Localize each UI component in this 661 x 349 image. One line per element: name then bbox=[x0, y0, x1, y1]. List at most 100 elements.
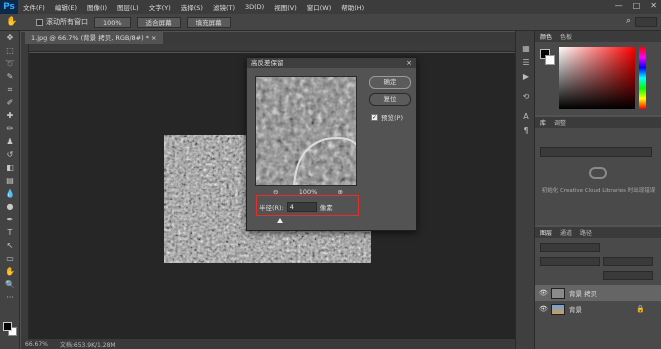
minimize-button[interactable]: — bbox=[615, 1, 623, 10]
layer-name: 背景 bbox=[569, 306, 582, 314]
dialog-close-button[interactable]: × bbox=[406, 58, 412, 68]
color-panel: 颜色 色板 bbox=[535, 31, 661, 115]
document-size: 文档:653.9K/1.28M bbox=[59, 341, 116, 349]
filter-preview[interactable] bbox=[255, 76, 357, 186]
document-tab-bar: 1.jpg @ 66.7% (背景 拷贝, RGB/8#) * × bbox=[21, 32, 515, 44]
color-picker-field[interactable] bbox=[559, 47, 635, 109]
search-icon[interactable]: ⌕ bbox=[626, 16, 631, 26]
tab-swatches[interactable]: 色板 bbox=[560, 32, 572, 41]
menu-help[interactable]: 帮助(H) bbox=[336, 2, 369, 12]
path-select-tool-icon[interactable]: ↖ bbox=[0, 239, 20, 252]
maximize-button[interactable]: □ bbox=[633, 1, 641, 10]
zoom-tool-icon[interactable]: 🔍 bbox=[0, 278, 20, 291]
document-tab[interactable]: 1.jpg @ 66.7% (背景 拷贝, RGB/8#) * × bbox=[25, 32, 163, 44]
blend-mode-select[interactable] bbox=[540, 257, 600, 266]
healing-tool-icon[interactable]: ✚ bbox=[0, 109, 20, 122]
radius-slider-thumb[interactable] bbox=[277, 218, 283, 223]
crop-tool-icon[interactable]: ⌗ bbox=[0, 83, 20, 96]
status-bar: 66.67% 文档:653.9K/1.28M bbox=[21, 339, 515, 349]
workspace-switcher[interactable] bbox=[635, 17, 657, 27]
zoom-level[interactable]: 66.67% bbox=[25, 341, 48, 348]
tab-layers[interactable]: 图层 bbox=[540, 228, 552, 237]
actions-panel-icon[interactable]: ▶ bbox=[516, 69, 536, 83]
preview-option[interactable]: ✓ 预览(P) bbox=[371, 112, 403, 122]
stamp-tool-icon[interactable]: ♟ bbox=[0, 135, 20, 148]
fit-screen-button[interactable]: 适合屏幕 bbox=[136, 16, 181, 28]
fill-input[interactable] bbox=[603, 271, 653, 280]
menu-select[interactable]: 选择(S) bbox=[176, 2, 208, 12]
radius-highlight-box bbox=[256, 195, 359, 216]
lasso-tool-icon[interactable]: ➰ bbox=[0, 57, 20, 70]
menu-file[interactable]: 文件(F) bbox=[18, 2, 50, 12]
layer-row-background[interactable]: 👁 背景 🔒 bbox=[535, 301, 661, 317]
menu-view[interactable]: 视图(V) bbox=[269, 2, 302, 12]
layer-row-background-copy[interactable]: 👁 背景 拷贝 bbox=[535, 285, 661, 301]
dodge-tool-icon[interactable]: ● bbox=[0, 200, 20, 213]
gradient-tool-icon[interactable]: ▤ bbox=[0, 174, 20, 187]
zoom-100-button[interactable]: 100% bbox=[94, 16, 131, 28]
eyedropper-tool-icon[interactable]: ✐ bbox=[0, 96, 20, 109]
panel-background-swatch[interactable] bbox=[545, 55, 555, 65]
tab-libraries[interactable]: 库 bbox=[540, 118, 546, 127]
library-error-message: 初始化 Creative Cloud Libraries 时出现错误 bbox=[541, 188, 656, 194]
tab-channels[interactable]: 通道 bbox=[560, 228, 572, 237]
tab-paths[interactable]: 路径 bbox=[580, 228, 592, 237]
paths-panel-icon[interactable]: ⟲ bbox=[516, 89, 536, 103]
move-tool-icon[interactable]: ✥ bbox=[0, 31, 20, 44]
history-panel-icon[interactable]: ▦ bbox=[516, 41, 536, 55]
visibility-eye-icon[interactable]: 👁 bbox=[539, 305, 548, 313]
shape-tool-icon[interactable]: ▭ bbox=[0, 252, 20, 265]
visibility-eye-icon[interactable]: 👁 bbox=[539, 289, 548, 297]
fill-screen-button[interactable]: 填充屏幕 bbox=[186, 16, 231, 28]
preview-label: 预览(P) bbox=[381, 114, 403, 122]
hue-slider[interactable] bbox=[639, 47, 646, 109]
reset-button[interactable]: 复位 bbox=[369, 93, 411, 106]
menu-edit[interactable]: 编辑(E) bbox=[50, 2, 82, 12]
type-tool-icon[interactable]: T bbox=[0, 226, 20, 239]
history-brush-icon[interactable]: ↺ bbox=[0, 148, 20, 161]
blur-tool-icon[interactable]: 💧 bbox=[0, 187, 20, 200]
marquee-tool-icon[interactable]: ⬚ bbox=[0, 44, 20, 57]
tab-color[interactable]: 颜色 bbox=[540, 32, 552, 41]
hand-tool-side-icon[interactable]: ✋ bbox=[0, 265, 20, 278]
character-panel-icon[interactable]: A bbox=[516, 109, 536, 123]
scroll-all-windows-option[interactable]: 滚动所有窗口 bbox=[36, 17, 88, 27]
tab-adjustments[interactable]: 调整 bbox=[554, 118, 566, 127]
foreground-color-swatch[interactable] bbox=[3, 322, 12, 331]
library-panel-tabs: 库 调整 bbox=[535, 117, 661, 128]
eraser-tool-icon[interactable]: ◧ bbox=[0, 161, 20, 174]
paragraph-panel-icon[interactable]: ¶ bbox=[516, 123, 536, 137]
preview-texture bbox=[256, 77, 356, 185]
layer-thumbnail bbox=[551, 303, 565, 315]
lock-icon: 🔒 bbox=[636, 305, 645, 313]
layer-filter-select[interactable] bbox=[540, 243, 600, 252]
menu-layer[interactable]: 图层(L) bbox=[112, 2, 144, 12]
libraries-panel: 库 调整 初始化 Creative Cloud Libraries 时出现错误 bbox=[535, 117, 661, 225]
menu-filter[interactable]: 滤镜(T) bbox=[208, 2, 240, 12]
ok-button[interactable]: 确定 bbox=[369, 76, 411, 89]
menu-image[interactable]: 图像(I) bbox=[82, 2, 112, 12]
photoshop-logo: Ps bbox=[0, 0, 18, 14]
menu-bar: Ps 文件(F) 编辑(E) 图像(I) 图层(L) 文字(Y) 选择(S) 滤… bbox=[0, 0, 661, 14]
close-button[interactable]: ✕ bbox=[650, 1, 657, 10]
layer-name: 背景 拷贝 bbox=[569, 290, 598, 298]
menu-3d[interactable]: 3D(D) bbox=[240, 3, 269, 11]
more-tools-icon[interactable]: ··· bbox=[0, 291, 20, 304]
library-search-input[interactable] bbox=[540, 147, 652, 157]
color-panel-tabs: 颜色 色板 bbox=[535, 31, 661, 42]
menu-window[interactable]: 窗口(W) bbox=[302, 2, 337, 12]
brush-tool-icon[interactable]: ✏ bbox=[0, 122, 20, 135]
options-bar: ✋ 滚动所有窗口 100% 适合屏幕 填充屏幕 ⌕ bbox=[0, 14, 661, 31]
hand-tool-icon[interactable]: ✋ bbox=[6, 16, 18, 28]
opacity-input[interactable] bbox=[603, 257, 653, 266]
ruler-vertical bbox=[21, 44, 29, 339]
layers-panel-tabs: 图层 通道 路径 bbox=[535, 227, 661, 238]
scroll-all-label: 滚动所有窗口 bbox=[46, 18, 88, 26]
window-controls: — □ ✕ bbox=[615, 1, 657, 10]
pen-tool-icon[interactable]: ✒ bbox=[0, 213, 20, 226]
menu-type[interactable]: 文字(Y) bbox=[144, 2, 176, 12]
preview-checkbox[interactable]: ✓ bbox=[371, 113, 378, 121]
properties-panel-icon[interactable]: ☰ bbox=[516, 55, 536, 69]
scroll-all-checkbox[interactable] bbox=[36, 18, 43, 26]
quick-select-tool-icon[interactable]: ✎ bbox=[0, 70, 20, 83]
